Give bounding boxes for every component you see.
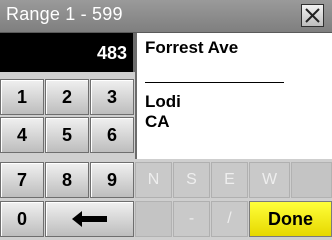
close-icon [305, 8, 320, 23]
done-button[interactable]: Done [249, 201, 332, 237]
city-name: Lodi [145, 92, 181, 111]
direction-key-s[interactable]: S [173, 162, 210, 198]
direction-key-n[interactable]: N [135, 162, 172, 198]
close-button[interactable] [301, 4, 324, 27]
key-9[interactable]: 9 [90, 162, 134, 198]
house-number-value: 483 [96, 43, 127, 63]
title-bar: Range 1 - 599 [0, 0, 332, 33]
blank-key-bottom [135, 201, 172, 237]
state-name: CA [145, 112, 170, 131]
hyphen-key[interactable]: - [173, 201, 210, 237]
key-5[interactable]: 5 [45, 117, 89, 153]
street-divider [145, 82, 284, 83]
key-7[interactable]: 7 [0, 162, 44, 198]
key-1[interactable]: 1 [0, 79, 44, 115]
back-arrow-icon [71, 211, 107, 227]
direction-key-e[interactable]: E [211, 162, 248, 198]
blank-key [291, 162, 332, 198]
range-title: Range 1 - 599 [6, 4, 123, 24]
key-6[interactable]: 6 [90, 117, 134, 153]
direction-key-w[interactable]: W [249, 162, 290, 198]
key-0[interactable]: 0 [0, 201, 44, 237]
key-2[interactable]: 2 [45, 79, 89, 115]
address-entry-screen: Range 1 - 599 483 Forrest Ave Lodi CA 1 … [0, 0, 332, 240]
backspace-button[interactable] [45, 201, 134, 237]
street-name: Forrest Ave [145, 38, 239, 57]
key-8[interactable]: 8 [45, 162, 89, 198]
key-4[interactable]: 4 [0, 117, 44, 153]
house-number-display: 483 [0, 33, 135, 72]
address-panel: Forrest Ave Lodi CA [135, 33, 332, 159]
slash-key[interactable]: / [211, 201, 248, 237]
key-3[interactable]: 3 [90, 79, 134, 115]
